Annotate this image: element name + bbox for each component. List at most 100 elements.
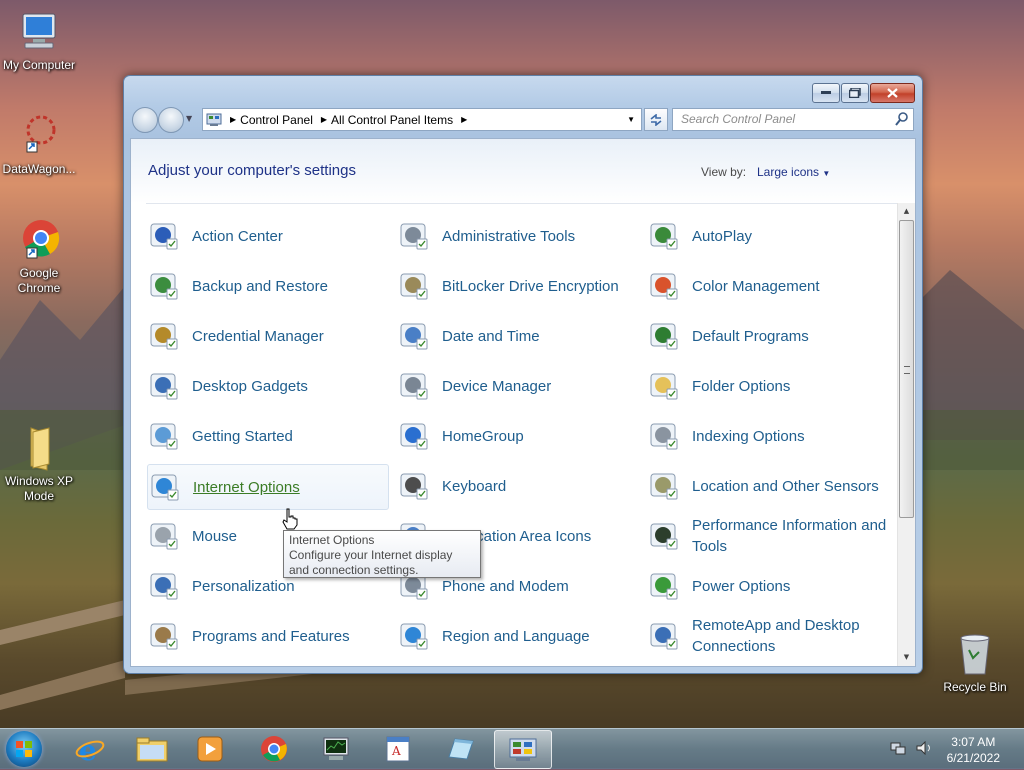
homegroup-icon bbox=[397, 419, 431, 453]
cp-item-label: Color Management bbox=[692, 277, 820, 295]
cp-item-date-and-time[interactable]: Date and Time bbox=[397, 314, 637, 358]
cp-item-programs-and-features[interactable]: Programs and Features bbox=[147, 614, 387, 658]
cp-item-label: Administrative Tools bbox=[442, 227, 576, 245]
cp-item-device-manager[interactable]: Device Manager bbox=[397, 364, 637, 408]
admin-tools-icon bbox=[397, 219, 431, 253]
cp-item-administrative-tools[interactable]: Administrative Tools bbox=[397, 214, 637, 258]
scroll-thumb[interactable] bbox=[899, 220, 914, 518]
back-button[interactable] bbox=[132, 107, 158, 133]
system-tray bbox=[890, 740, 934, 758]
volume-icon[interactable] bbox=[916, 740, 934, 756]
flag-icon bbox=[147, 219, 181, 253]
cp-item-indexing-options[interactable]: Indexing Options bbox=[647, 414, 887, 458]
recent-pages-chevron-icon[interactable]: ▼ bbox=[186, 114, 192, 123]
address-dropdown-icon[interactable]: ▼ bbox=[627, 115, 635, 124]
color-management-icon bbox=[647, 269, 681, 303]
computer-icon bbox=[15, 8, 63, 56]
cp-item-folder-options[interactable]: Folder Options bbox=[647, 364, 887, 408]
vertical-scrollbar[interactable]: ▲ ▼ bbox=[897, 203, 915, 666]
breadcrumb-arrow-icon[interactable]: ▶ bbox=[321, 115, 327, 124]
search-placeholder: Search Control Panel bbox=[681, 112, 796, 126]
remoteapp-icon bbox=[647, 619, 681, 653]
control-panel-window: ▼ ▶ Control Panel ▶ All Control Panel It… bbox=[123, 75, 923, 674]
cp-item-label: RemoteApp and Desktop Connections bbox=[692, 617, 860, 655]
taskbar-control-panel[interactable] bbox=[494, 730, 552, 769]
chrome-icon bbox=[15, 216, 63, 264]
breadcrumb-arrow-icon[interactable]: ▶ bbox=[230, 115, 236, 124]
cp-item-label: Power Options bbox=[692, 577, 791, 595]
desktop-icon-windows-xp-mode[interactable]: Windows XP Mode bbox=[0, 424, 78, 504]
breadcrumb-all-items[interactable]: All Control Panel Items bbox=[331, 113, 453, 127]
cp-item-label: Internet Options bbox=[193, 478, 300, 496]
cp-item-homegroup[interactable]: HomeGroup bbox=[397, 414, 637, 458]
tooltip: Internet Options Configure your Internet… bbox=[283, 530, 481, 578]
programs-icon bbox=[147, 619, 181, 653]
cp-item-power-options[interactable]: Power Options bbox=[647, 564, 887, 608]
taskbar-windows-explorer[interactable] bbox=[124, 730, 180, 767]
cp-item-credential-manager[interactable]: Credential Manager bbox=[147, 314, 387, 358]
datawagon-icon bbox=[15, 112, 63, 160]
cp-item-default-programs[interactable]: Default Programs bbox=[647, 314, 887, 358]
view-by-dropdown[interactable]: Large icons ▼ bbox=[757, 165, 830, 179]
media-player-icon bbox=[197, 736, 223, 761]
cp-item-autoplay[interactable]: AutoPlay bbox=[647, 214, 887, 258]
address-bar[interactable]: ▶ Control Panel ▶ All Control Panel Item… bbox=[202, 108, 642, 131]
chrome-icon bbox=[261, 735, 287, 762]
desktop-icon-google-chrome[interactable]: Google Chrome bbox=[0, 216, 78, 296]
default-programs-icon bbox=[647, 319, 681, 353]
taskbar-wordpad[interactable]: A bbox=[370, 730, 426, 767]
system-clock[interactable]: 3:07 AM 6/21/2022 bbox=[947, 734, 1000, 766]
taskbar-chrome[interactable] bbox=[246, 730, 302, 767]
network-icon[interactable] bbox=[890, 741, 906, 755]
autoplay-icon bbox=[647, 219, 681, 253]
folder-icon bbox=[136, 737, 168, 761]
cp-item-backup-and-restore[interactable]: Backup and Restore bbox=[147, 264, 387, 308]
view-by-label: View by: bbox=[701, 165, 747, 179]
folder-icon bbox=[15, 424, 63, 472]
cp-item-remoteapp-and-desktop-connections[interactable]: RemoteApp and Desktop Connections bbox=[647, 614, 887, 658]
search-input[interactable]: Search Control Panel bbox=[672, 108, 914, 131]
scroll-up-button[interactable]: ▲ bbox=[898, 203, 915, 220]
cp-item-performance-information-and-tools[interactable]: Performance Information and Tools bbox=[647, 514, 887, 558]
desktop-icon-datawagon[interactable]: DataWagon... bbox=[0, 112, 78, 177]
view-by-value: Large icons bbox=[757, 165, 820, 179]
scroll-down-button[interactable]: ▼ bbox=[898, 649, 915, 666]
desktop-icon-recycle-bin[interactable]: Recycle Bin bbox=[936, 630, 1014, 695]
refresh-button[interactable] bbox=[644, 108, 668, 131]
cp-item-label: Location and Other Sensors bbox=[692, 477, 879, 495]
clock-date: 6/21/2022 bbox=[946, 751, 1000, 765]
cp-item-region-and-language[interactable]: Region and Language bbox=[397, 614, 637, 658]
hand-cursor-icon bbox=[282, 508, 298, 530]
cp-item-desktop-gadgets[interactable]: Desktop Gadgets bbox=[147, 364, 387, 408]
cp-item-keyboard[interactable]: Keyboard bbox=[397, 464, 637, 508]
search-icon[interactable] bbox=[895, 112, 909, 126]
close-button[interactable] bbox=[870, 83, 915, 103]
taskbar-internet-explorer[interactable]: e bbox=[62, 730, 118, 767]
cp-item-action-center[interactable]: Action Center bbox=[147, 214, 387, 258]
minimize-button[interactable] bbox=[812, 83, 840, 103]
desktop-icon-label: Recycle Bin bbox=[943, 680, 1007, 694]
cp-item-bitlocker-drive-encryption[interactable]: BitLocker Drive Encryption bbox=[397, 264, 637, 308]
backup-icon bbox=[147, 269, 181, 303]
cp-item-color-management[interactable]: Color Management bbox=[647, 264, 887, 308]
desktop-icon-my-computer[interactable]: My Computer bbox=[0, 8, 78, 73]
taskbar-media-player[interactable] bbox=[182, 730, 238, 767]
start-button[interactable] bbox=[6, 731, 42, 767]
mouse-icon bbox=[147, 519, 181, 553]
taskbar-task-manager[interactable] bbox=[308, 730, 364, 767]
cp-item-internet-options[interactable]: Internet Options bbox=[147, 464, 389, 510]
cp-item-label: Default Programs bbox=[692, 327, 809, 345]
calendar-clock-icon bbox=[397, 319, 431, 353]
cp-item-label: Keyboard bbox=[442, 477, 507, 495]
cp-item-label: Programs and Features bbox=[192, 627, 350, 645]
breadcrumb-control-panel[interactable]: Control Panel bbox=[240, 113, 313, 127]
breadcrumb-arrow-icon[interactable]: ▶ bbox=[461, 115, 467, 124]
forward-button[interactable] bbox=[158, 107, 184, 133]
restore-button[interactable] bbox=[841, 83, 869, 103]
desktop-icon-label: DataWagon... bbox=[2, 162, 76, 176]
chevron-down-icon: ▼ bbox=[822, 169, 831, 178]
taskbar-notepad[interactable] bbox=[432, 730, 488, 767]
cp-item-location-and-other-sensors[interactable]: Location and Other Sensors bbox=[647, 464, 887, 508]
keyboard-icon bbox=[397, 469, 431, 503]
cp-item-getting-started[interactable]: Getting Started bbox=[147, 414, 387, 458]
